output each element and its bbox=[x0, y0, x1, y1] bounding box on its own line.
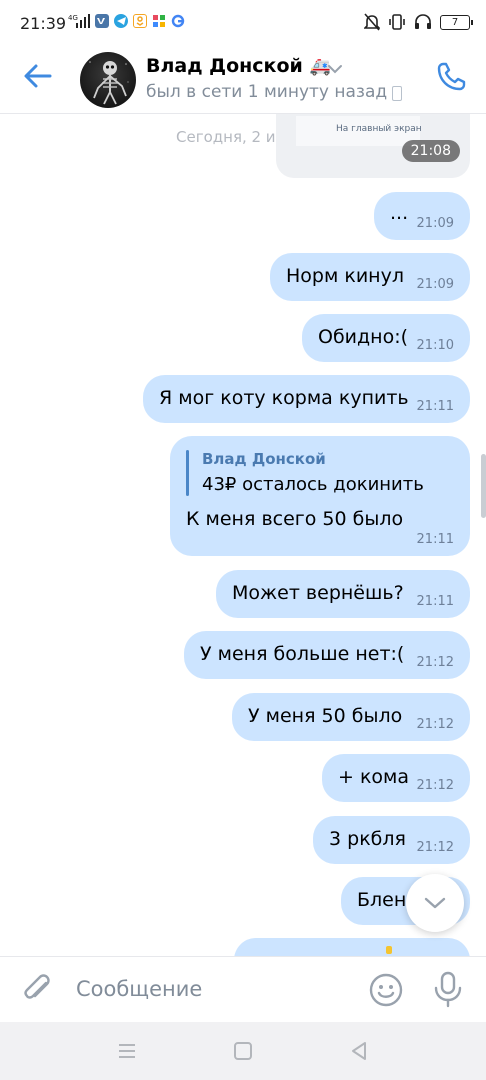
ok-notification-icon bbox=[133, 14, 147, 28]
message-text: К меня всего 50 было bbox=[186, 508, 404, 530]
message-time: 21:11 bbox=[416, 532, 454, 547]
screenshot-time: 21:08 bbox=[401, 140, 460, 162]
skeleton-avatar-icon bbox=[89, 61, 129, 105]
contact-name-text: Влад Донской bbox=[146, 55, 303, 77]
screenshot-label: На главный экран bbox=[336, 124, 422, 134]
battery-level: 7 bbox=[451, 16, 459, 28]
message-time: 21:12 bbox=[416, 717, 454, 732]
message-text: Блен bbox=[357, 889, 407, 911]
message-text: Я мог коту корма купить bbox=[159, 387, 409, 409]
home-icon[interactable] bbox=[230, 1038, 256, 1064]
google-notification-icon bbox=[171, 14, 185, 28]
chevron-down-icon[interactable] bbox=[326, 60, 344, 78]
menu-icon[interactable] bbox=[114, 1038, 140, 1064]
message-time: 21:12 bbox=[416, 655, 454, 670]
chevron-down-icon bbox=[424, 897, 446, 909]
scroll-down-button[interactable] bbox=[406, 874, 464, 932]
reply-author: Влад Донской bbox=[202, 450, 326, 468]
message-time: 21:11 bbox=[416, 399, 454, 414]
message-input[interactable] bbox=[76, 973, 356, 1005]
mobile-device-icon bbox=[392, 86, 402, 101]
message-text: Может вернёшь? bbox=[232, 582, 404, 604]
phone-icon[interactable] bbox=[434, 60, 468, 94]
back-arrow-icon[interactable] bbox=[22, 60, 54, 92]
message-bubble[interactable]: Может вернёшь? 21:11 bbox=[216, 570, 470, 618]
message-text: ... bbox=[390, 202, 409, 224]
svg-text:4G: 4G bbox=[68, 14, 78, 22]
message-text: Обидно:( bbox=[318, 326, 409, 348]
message-time: 21:09 bbox=[416, 216, 454, 231]
smile-icon[interactable] bbox=[368, 972, 404, 1008]
reply-text: 43₽ осталось докинить bbox=[202, 474, 424, 495]
message-bubble-partial[interactable] bbox=[234, 938, 470, 956]
mute-icon bbox=[364, 13, 380, 31]
puzzle-notification-icon bbox=[152, 14, 166, 28]
message-bubble[interactable]: 3 ркбля 21:12 bbox=[313, 816, 470, 864]
battery-icon: 7 bbox=[440, 14, 473, 30]
message-text: + кома bbox=[338, 766, 410, 788]
message-list[interactable]: Сегодня, 2 июля На главный экран 21:08 .… bbox=[0, 114, 486, 956]
message-bubble[interactable]: Обидно:( 21:10 bbox=[302, 314, 470, 362]
microphone-icon[interactable] bbox=[430, 970, 466, 1008]
vibrate-icon bbox=[389, 14, 405, 30]
status-right-icons: 7 bbox=[364, 13, 473, 31]
message-time: 21:11 bbox=[416, 594, 454, 609]
message-time: 21:09 bbox=[416, 277, 454, 292]
message-bubble[interactable]: ... 21:09 bbox=[374, 192, 470, 240]
screenshot-attachment[interactable]: На главный экран 21:08 bbox=[276, 114, 470, 178]
message-text: У меня 50 было bbox=[248, 705, 403, 727]
signal-icon: 4G bbox=[68, 14, 90, 28]
status-left-icons: 4G bbox=[68, 13, 185, 29]
message-bubble[interactable]: Норм кинул 21:09 bbox=[270, 253, 470, 301]
reply-message-bubble[interactable]: Влад Донской 43₽ осталось докинить К мен… bbox=[170, 436, 470, 556]
message-time: 21:12 bbox=[416, 840, 454, 855]
message-text: Норм кинул bbox=[286, 265, 404, 287]
message-text: 3 ркбля bbox=[329, 828, 406, 850]
message-text: У меня больше нет:( bbox=[200, 643, 405, 665]
message-bubble[interactable]: Я мог коту корма купить 21:11 bbox=[143, 375, 470, 423]
message-composer bbox=[0, 956, 486, 1022]
telegram-notification-icon bbox=[114, 14, 128, 28]
partial-emoji-icon bbox=[386, 946, 392, 954]
message-time: 21:10 bbox=[416, 338, 454, 353]
headphones-icon bbox=[415, 14, 431, 29]
message-time: 21:12 bbox=[416, 778, 454, 793]
message-bubble[interactable]: У меня 50 было 21:12 bbox=[232, 693, 470, 741]
back-icon[interactable] bbox=[346, 1038, 372, 1064]
message-bubble[interactable]: У меня больше нет:( 21:12 bbox=[184, 631, 470, 679]
message-bubble[interactable]: + кома 21:12 bbox=[322, 754, 470, 802]
avatar[interactable] bbox=[80, 52, 136, 108]
system-navigation-bar bbox=[0, 1022, 486, 1080]
reply-quote-bar bbox=[186, 450, 189, 496]
chat-header: Влад Донской 🚑 был в сети 1 минуту назад bbox=[0, 46, 486, 114]
vk-notification-icon bbox=[95, 14, 109, 28]
scrollbar[interactable] bbox=[481, 454, 486, 518]
contact-status: был в сети 1 минуту назад bbox=[146, 82, 388, 102]
paperclip-icon[interactable] bbox=[20, 971, 56, 1007]
status-bar: 21:39 4G 7 bbox=[0, 0, 486, 46]
status-time: 21:39 bbox=[20, 14, 67, 33]
contact-name[interactable]: Влад Донской 🚑 bbox=[146, 55, 331, 77]
